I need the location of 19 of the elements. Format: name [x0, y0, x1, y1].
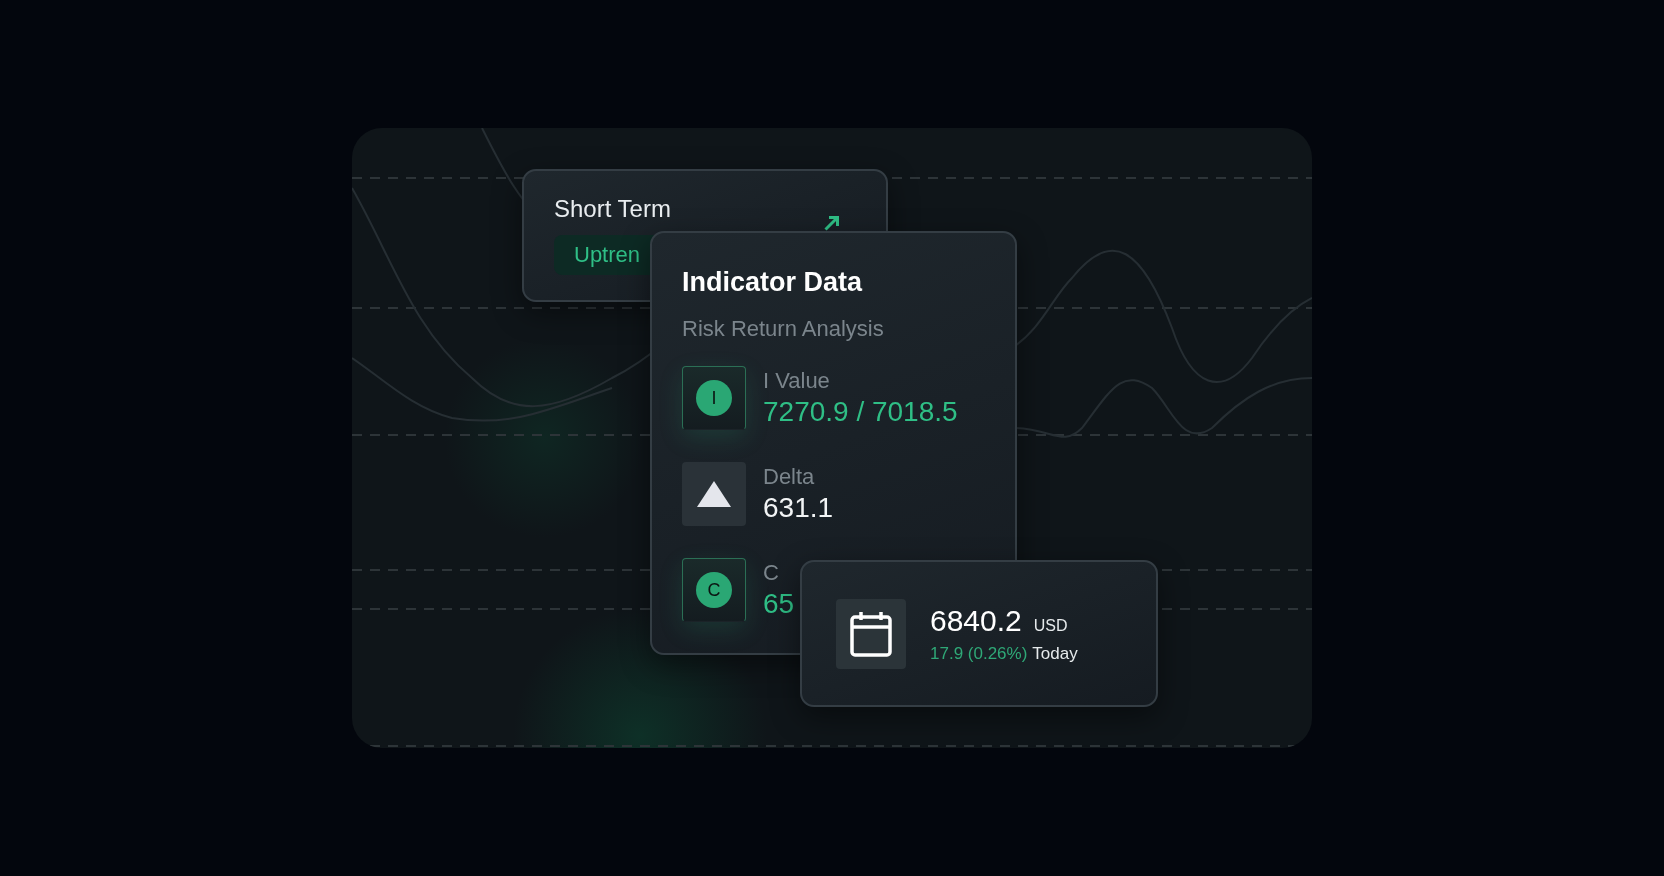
metric-label: C — [763, 560, 779, 586]
metric-value: 65 — [763, 588, 795, 620]
metric-label: Delta — [763, 464, 815, 490]
metric-value: 7270.9 / 7018.5 — [763, 396, 958, 428]
price-change: 17.9 (0.26%) — [930, 643, 1028, 664]
price-amount: 6840.2 — [930, 603, 1022, 638]
metric-label: I Value — [763, 368, 830, 394]
triangle-icon — [696, 480, 732, 508]
card-title: Short Term — [554, 195, 671, 223]
currency-label: USD — [1033, 616, 1068, 635]
calendar-icon — [850, 610, 892, 657]
up-right-arrow-icon — [824, 215, 840, 231]
card-title: Indicator Data — [682, 267, 863, 298]
card-subtitle: Risk Return Analysis — [682, 316, 884, 342]
period-label: Today — [1032, 643, 1078, 664]
metric-value: 631.1 — [763, 492, 834, 524]
letter-badge: I — [696, 380, 732, 416]
trend-label: Uptren — [574, 242, 641, 268]
letter-badge: C — [696, 572, 732, 608]
